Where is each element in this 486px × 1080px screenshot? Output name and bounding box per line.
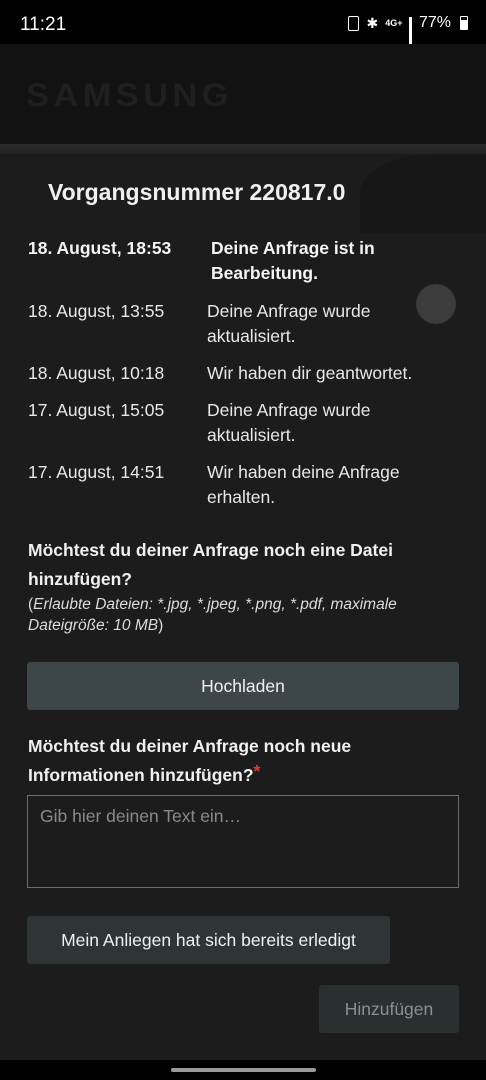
history-text: Wir haben deine Anfrage erhalten. [207, 462, 400, 507]
app-header: SAMSUNG [0, 44, 486, 154]
history-date: 18. August, 18:53 [28, 238, 172, 258]
history-date: 18. August, 13:55 [28, 301, 165, 321]
required-marker: * [253, 761, 261, 781]
history-text: Wir haben dir geantwortet. [207, 363, 413, 383]
status-bar: 11:21 ✱ 4G+ 77% [0, 0, 486, 51]
home-gesture-handle[interactable] [171, 1068, 316, 1072]
history-text: Deine Anfrage wurde aktualisiert. [207, 400, 371, 445]
history-date: 17. August, 14:51 [28, 462, 165, 482]
case-title: Vorgangsnummer 220817.0 [48, 179, 346, 205]
history-date: 17. August, 15:05 [28, 400, 165, 420]
floating-action-circle[interactable] [416, 284, 456, 324]
upload-button[interactable]: Hochladen [27, 662, 459, 710]
battery-percent: 77% [418, 14, 451, 31]
add-button[interactable]: Hinzufügen [319, 985, 459, 1033]
info-question-text: Möchtest du deiner Anfrage noch neue Inf… [28, 736, 352, 785]
bluetooth-icon: ✱ [366, 14, 379, 31]
issue-resolved-button[interactable]: Mein Anliegen hat sich bereits erledigt [27, 916, 390, 964]
upload-question: Möchtest du deiner Anfrage noch eine Dat… [28, 540, 393, 589]
samsung-logo: SAMSUNG [26, 77, 233, 113]
case-panel: Vorgangsnummer 220817.0 18. August, 18:5… [0, 154, 486, 1060]
navigation-bar [0, 1060, 486, 1080]
signal-icon [409, 16, 412, 51]
upload-hint: (Erlaubte Dateien: *.jpg, *.jpeg, *.png,… [28, 596, 397, 634]
info-question: Möchtest du deiner Anfrage noch neue Inf… [28, 732, 448, 790]
info-text-input[interactable] [27, 795, 459, 888]
decorative-curve [360, 154, 486, 234]
status-icons: ✱ 4G+ 77% [348, 14, 468, 51]
upload-hint-text: Erlaubte Dateien: *.jpg, *.jpeg, *.png, … [28, 596, 397, 634]
battery-icon [460, 16, 468, 30]
history-text: Deine Anfrage ist in Bearbeitung. [211, 238, 375, 283]
status-time: 11:21 [20, 14, 67, 35]
history-date: 18. August, 10:18 [28, 363, 165, 383]
sim-icon [348, 15, 360, 31]
network-4g-icon: 4G+ [385, 17, 403, 28]
history-text: Deine Anfrage wurde aktualisiert. [207, 301, 371, 346]
